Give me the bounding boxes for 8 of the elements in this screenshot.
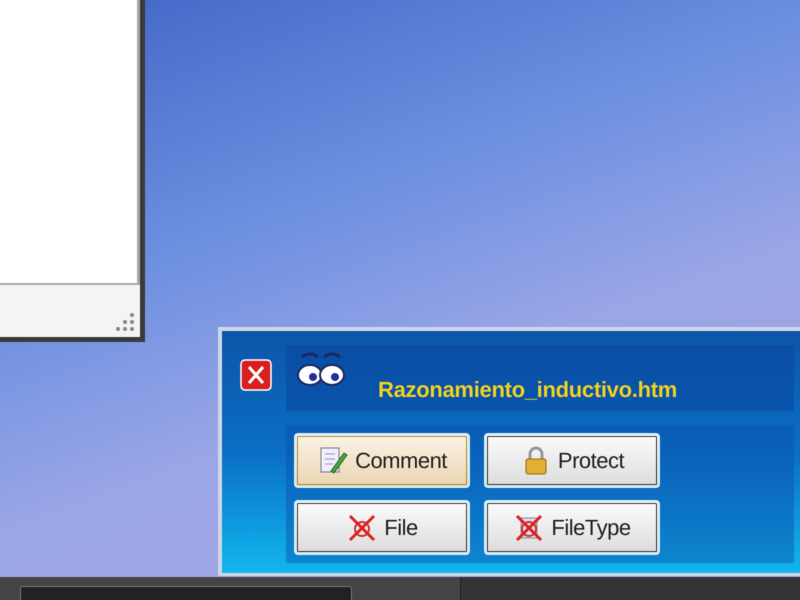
file-name-title: Razonamiento_inductivo.htm	[378, 376, 677, 404]
action-button[interactable]: Comment	[294, 433, 470, 488]
taskbar-button[interactable]	[20, 586, 352, 600]
resize-grip-icon[interactable]	[114, 311, 136, 333]
close-icon[interactable]	[240, 359, 272, 391]
action-button[interactable]: Protect	[484, 433, 660, 488]
action-button[interactable]: FileType	[484, 500, 660, 555]
action-button[interactable]: File	[294, 500, 470, 555]
